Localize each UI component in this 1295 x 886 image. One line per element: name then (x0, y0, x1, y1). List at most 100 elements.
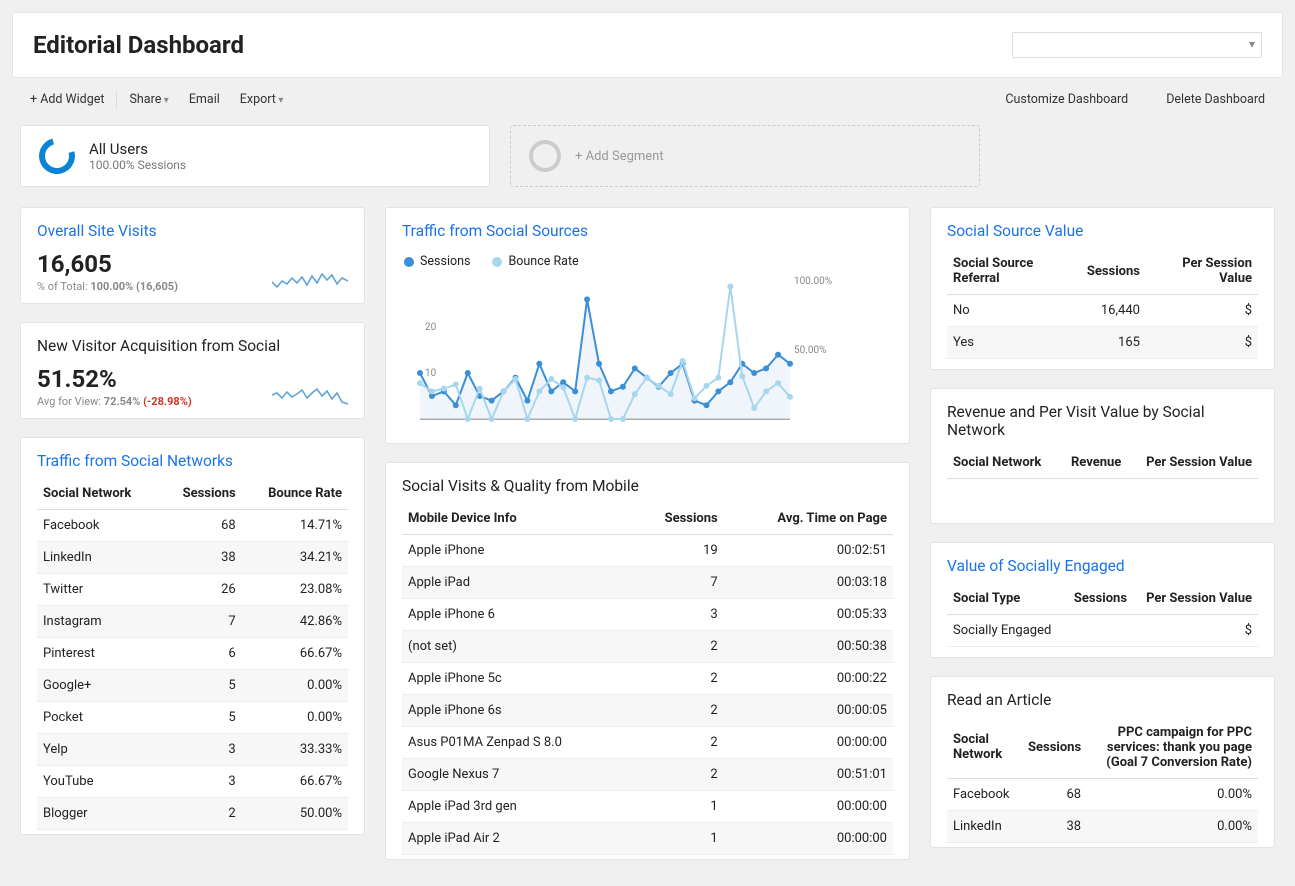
table-cell: 23.08% (242, 574, 348, 606)
header-card: Editorial Dashboard (12, 12, 1283, 78)
table-cell: 00:00:00 (724, 823, 893, 855)
col-header[interactable]: Sessions (1081, 248, 1146, 295)
widget-title[interactable]: Traffic from Social Networks (37, 452, 348, 470)
svg-text:50.00%: 50.00% (794, 345, 826, 356)
table-cell: 50.00% (242, 798, 348, 830)
col-header[interactable]: Sessions (633, 503, 724, 535)
table-cell: $ (1146, 295, 1258, 327)
table-cell: 3 (633, 599, 724, 631)
new-visitor-value: 51.52% (37, 365, 192, 393)
traffic-networks-table: Social Network Sessions Bounce Rate Face… (37, 478, 348, 830)
table-row[interactable]: Pocket50.00% (37, 702, 348, 734)
widget-title[interactable]: Value of Socially Engaged (947, 557, 1258, 575)
table-row[interactable]: Socially Engaged$ (947, 614, 1258, 646)
table-row[interactable]: Apple iPad Air 2100:00:00 (402, 823, 893, 855)
table-cell: 00:00:22 (724, 663, 893, 695)
table-row[interactable]: LinkedIn3834.21% (37, 542, 348, 574)
table-row[interactable]: Google Nexus 7200:51:01 (402, 759, 893, 791)
col-header[interactable]: Per Session Value (1146, 248, 1258, 295)
add-widget-button[interactable]: + Add Widget (20, 88, 114, 111)
col-header[interactable]: Bounce Rate (242, 478, 348, 510)
share-menu[interactable]: Share (119, 88, 178, 111)
table-row[interactable]: Apple iPad 3rd gen100:00:00 (402, 791, 893, 823)
col-header[interactable]: PPC campaign for PPC services: thank you… (1087, 717, 1258, 779)
add-segment-button[interactable]: + Add Segment (510, 125, 980, 187)
table-row[interactable]: Apple iPad700:03:18 (402, 567, 893, 599)
col-header[interactable]: Revenue (1058, 447, 1127, 479)
export-menu[interactable]: Export (230, 88, 294, 111)
col-header[interactable]: Social Type (947, 583, 1064, 615)
email-button[interactable]: Email (179, 88, 230, 111)
table-row[interactable]: LinkedIn380.00% (947, 810, 1258, 842)
table-cell: 66.67% (242, 766, 348, 798)
overall-subline: % of Total: 100.00% (16,605) (37, 280, 178, 293)
traffic-social-sources-widget: Traffic from Social Sources Sessions Bou… (385, 207, 910, 444)
revenue-per-visit-widget: Revenue and Per Visit Value by Social Ne… (930, 388, 1275, 524)
table-cell: 2 (633, 759, 724, 791)
table-row[interactable]: No16,440$ (947, 295, 1258, 327)
table-cell: Socially Engaged (947, 614, 1064, 646)
table-cell: 0.00% (1087, 778, 1258, 810)
table-cell: 7 (161, 606, 242, 638)
table-cell: 42.86% (242, 606, 348, 638)
table-row[interactable]: Blogger250.00% (37, 798, 348, 830)
table-row[interactable]: Apple iPhone1900:02:51 (402, 535, 893, 567)
table-cell: Asus P01MA Zenpad S 8.0 (402, 727, 633, 759)
col-header[interactable]: Social Network (947, 447, 1058, 479)
table-row[interactable]: Pinterest666.67% (37, 638, 348, 670)
table-row[interactable]: (not set)200:50:38 (402, 631, 893, 663)
customize-dashboard-link[interactable]: Customize Dashboard (995, 88, 1138, 111)
table-row[interactable]: Google+50.00% (37, 670, 348, 702)
table-row[interactable]: Asus P01MA Zenpad S 8.0200:00:00 (402, 727, 893, 759)
widget-title[interactable]: Traffic from Social Sources (402, 222, 893, 240)
table-row[interactable]: Apple iPhone 6s200:00:05 (402, 695, 893, 727)
new-visitor-subline: Avg for View: 72.54% (-28.98%) (37, 395, 192, 408)
table-cell: Apple iPhone 6 (402, 599, 633, 631)
new-visitor-acquisition-widget: New Visitor Acquisition from Social 51.5… (20, 322, 365, 419)
table-row[interactable]: Apple iPhone 6300:05:33 (402, 599, 893, 631)
table-cell: Pocket (37, 702, 161, 734)
table-row[interactable]: Yelp333.33% (37, 734, 348, 766)
table-cell: 68 (1022, 778, 1087, 810)
svg-text:20: 20 (425, 322, 437, 333)
social-source-value-widget: Social Source Value Social Source Referr… (930, 207, 1275, 370)
table-cell: 33.33% (242, 734, 348, 766)
table-cell: 2 (633, 727, 724, 759)
col-header[interactable]: Sessions (1022, 717, 1087, 779)
table-cell: 34.21% (242, 542, 348, 574)
table-cell: 5 (161, 702, 242, 734)
col-header[interactable]: Social Source Referral (947, 248, 1081, 295)
table-cell: 2 (633, 663, 724, 695)
table-row[interactable]: Instagram742.86% (37, 606, 348, 638)
social-mobile-widget: Social Visits & Quality from Mobile Mobi… (385, 462, 910, 860)
col-header[interactable]: Social Network (947, 717, 1022, 779)
segment-all-users[interactable]: All Users 100.00% Sessions (20, 125, 490, 187)
col-header[interactable]: Avg. Time on Page (724, 503, 893, 535)
table-cell: 14.71% (242, 510, 348, 542)
table-cell: 38 (1022, 810, 1087, 842)
widget-title[interactable]: Social Source Value (947, 222, 1258, 240)
table-cell: 1 (633, 791, 724, 823)
table-row[interactable]: YouTube366.67% (37, 766, 348, 798)
table-cell: 0.00% (242, 702, 348, 734)
widget-title[interactable]: Overall Site Visits (37, 222, 348, 240)
col-header[interactable]: Sessions (161, 478, 242, 510)
table-cell: 165 (1081, 327, 1146, 359)
table-cell: Blogger (37, 798, 161, 830)
col-header[interactable]: Mobile Device Info (402, 503, 633, 535)
table-cell: Instagram (37, 606, 161, 638)
col-header[interactable]: Per Session Value (1127, 447, 1258, 479)
socially-engaged-value-widget: Value of Socially Engaged Social Type Se… (930, 542, 1275, 658)
table-cell: 00:02:51 (724, 535, 893, 567)
col-header[interactable]: Social Network (37, 478, 161, 510)
table-row[interactable]: Apple iPhone 5c200:00:22 (402, 663, 893, 695)
table-row[interactable]: Yes165$ (947, 327, 1258, 359)
delete-dashboard-link[interactable]: Delete Dashboard (1156, 88, 1275, 111)
table-row[interactable]: Facebook680.00% (947, 778, 1258, 810)
col-header[interactable]: Sessions (1064, 583, 1133, 615)
table-row[interactable]: Twitter2623.08% (37, 574, 348, 606)
table-row[interactable]: Facebook6814.71% (37, 510, 348, 542)
dashboard-select-dropdown[interactable] (1012, 32, 1262, 58)
dashboard-title: Editorial Dashboard (33, 31, 244, 59)
col-header[interactable]: Per Session Value (1133, 583, 1258, 615)
